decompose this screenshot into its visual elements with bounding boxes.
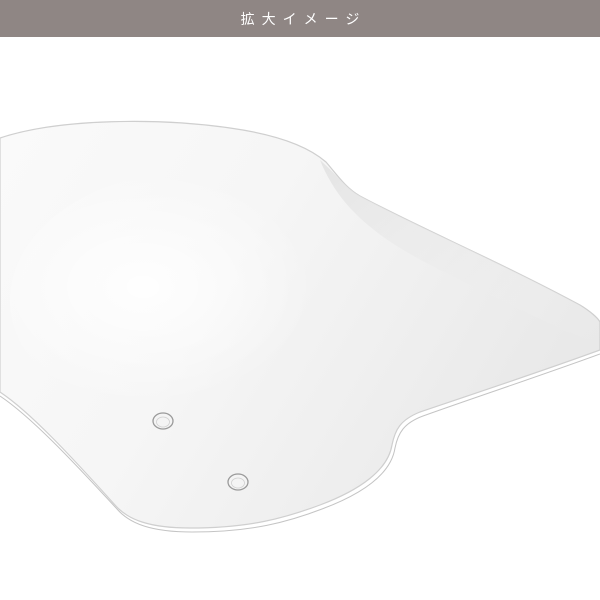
- header-title: 拡大イメージ: [240, 11, 367, 28]
- mounting-hole-upper: [152, 412, 174, 430]
- acrylic-panel-photo: [0, 120, 600, 533]
- mounting-hole-lower: [227, 473, 249, 491]
- panel-highlight: [10, 170, 390, 430]
- header-bar: 拡大イメージ: [0, 0, 600, 37]
- product-detail-image: 拡大イメージ: [0, 0, 600, 600]
